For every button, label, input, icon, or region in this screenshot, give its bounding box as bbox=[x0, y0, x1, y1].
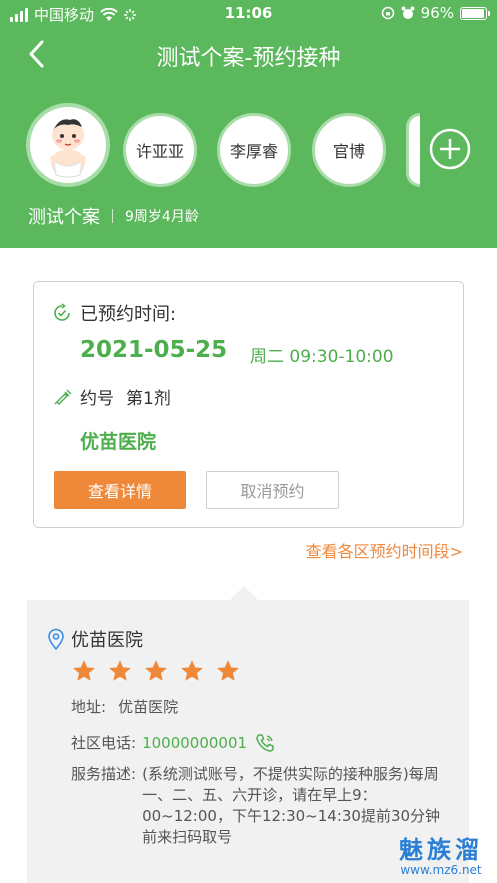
phone-value[interactable]: 10000000001 bbox=[142, 734, 247, 752]
view-detail-button[interactable]: 查看详情 bbox=[54, 471, 186, 509]
header: 中国移动 11:06 96% 测试个案-预约接种 许亚亚 李厚睿 官博 测试个案… bbox=[0, 0, 497, 248]
appointment-time: 周二 09:30-10:00 bbox=[250, 347, 394, 367]
dose-value: 第1剂 bbox=[126, 389, 171, 409]
syringe-icon bbox=[54, 389, 72, 405]
panel-pointer bbox=[230, 586, 258, 600]
profile-age: 9周岁4月龄 bbox=[125, 209, 199, 225]
alarm-icon bbox=[401, 6, 415, 19]
battery-percent: 96% bbox=[420, 4, 454, 22]
hospital-name: 优苗医院 bbox=[71, 630, 143, 651]
description-row: 服务描述: (系统测试账号，不提供实际的接种服务)每周一、二、五、六开诊，请在早… bbox=[71, 764, 442, 848]
star-icon bbox=[145, 660, 167, 681]
description-label: 服务描述: bbox=[71, 765, 137, 783]
child-avatar-1[interactable]: 许亚亚 bbox=[123, 113, 197, 187]
appointment-date: 2021-05-25 bbox=[80, 337, 228, 363]
plus-circle-icon[interactable] bbox=[428, 127, 472, 171]
page-title: 测试个案-预约接种 bbox=[156, 46, 341, 71]
address-label: 地址: bbox=[71, 698, 107, 716]
watermark-url: www.mz6.net bbox=[400, 863, 482, 877]
address-value: 优苗医院 bbox=[118, 698, 179, 716]
address-row: 地址: 优苗医院 bbox=[71, 696, 178, 717]
appointment-label: 已预约时间: bbox=[80, 304, 177, 325]
clock-check-icon bbox=[54, 303, 70, 321]
dose-label: 约号 bbox=[80, 389, 114, 409]
child-avatar-2[interactable]: 李厚睿 bbox=[217, 113, 291, 187]
profile-summary: 测试个案 9周岁4月龄 bbox=[28, 203, 199, 229]
location-pin-icon bbox=[48, 628, 64, 650]
view-periods-link[interactable]: 查看各区预约时间段> bbox=[306, 538, 463, 562]
star-icon bbox=[73, 660, 95, 681]
child-avatar-3[interactable]: 官博 bbox=[312, 113, 386, 187]
divider bbox=[112, 209, 113, 223]
star-icon bbox=[181, 660, 203, 681]
cancel-appointment-button[interactable]: 取消预约 bbox=[206, 471, 339, 509]
star-icon bbox=[217, 660, 239, 681]
profile-name: 测试个案 bbox=[28, 207, 100, 228]
child-avatar-partial[interactable] bbox=[406, 113, 420, 187]
battery-icon bbox=[460, 6, 490, 20]
status-bar: 中国移动 11:06 96% bbox=[0, 0, 497, 28]
rating-stars bbox=[71, 658, 241, 684]
watermark-main: 魅族溜 bbox=[399, 836, 483, 864]
phone-icon[interactable] bbox=[255, 733, 275, 753]
phone-row: 社区电话: 10000000001 bbox=[71, 732, 275, 753]
rotation-lock-icon bbox=[381, 6, 394, 20]
watermark: 魅族溜 www.mz6.net bbox=[399, 830, 483, 877]
appointment-card: 已预约时间: 2021-05-25 周二 09:30-10:00 约号 第1剂 … bbox=[33, 281, 464, 528]
child-selector: 许亚亚 李厚睿 官博 bbox=[0, 103, 497, 193]
nav-bar: 测试个案-预约接种 bbox=[0, 30, 497, 80]
star-icon bbox=[109, 660, 131, 681]
appointment-hospital: 优苗医院 bbox=[80, 431, 157, 453]
phone-label: 社区电话: bbox=[71, 734, 137, 752]
description-value: (系统测试账号，不提供实际的接种服务)每周一、二、五、六开诊，请在早上9：00~… bbox=[142, 765, 441, 846]
baby-avatar-icon[interactable] bbox=[26, 103, 110, 187]
